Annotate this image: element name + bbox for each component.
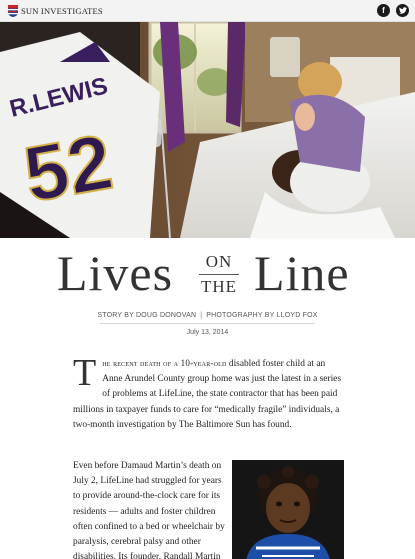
jersey-number: 52	[18, 117, 119, 219]
twitter-bird-icon	[398, 7, 407, 14]
title-word-line: Line	[254, 245, 350, 301]
facebook-icon[interactable]: f	[377, 4, 390, 17]
paragraph-text: disabled foster child at an Anne Arundel…	[73, 359, 341, 430]
title-word-the: THE	[200, 277, 238, 296]
hero-scene: R.LEWIS 52	[0, 22, 415, 238]
title-divider	[199, 274, 239, 275]
lead-in-smallcaps: he recent death of a 10-year-old	[102, 358, 227, 368]
drop-cap: T	[73, 352, 97, 394]
social-links: f	[377, 4, 409, 17]
title-word-on: ON	[205, 252, 233, 271]
page-title: Lives ON THE Line	[0, 245, 415, 305]
article-paragraph: The recent death of a 10-year-old disabl…	[73, 352, 343, 433]
photo-credit: PHOTOGRAPHY BY LLOYD FOX	[206, 312, 318, 319]
hero-photo: R.LEWIS 52	[0, 22, 415, 238]
child-photo	[232, 460, 344, 559]
title-middle-stack: ON THE	[196, 253, 242, 296]
publish-date: July 13, 2014	[186, 329, 229, 336]
brand-name: SUN INVESTIGATES	[21, 6, 103, 16]
flag-logo-icon	[8, 5, 18, 17]
brand-link[interactable]: SUN INVESTIGATES	[8, 4, 103, 18]
byline-separator: |	[200, 312, 203, 319]
byline: STORY BY DOUG DONOVAN | PHOTOGRAPHY BY LLO…	[0, 312, 415, 319]
article-paragraph-2: Even before Damaud Martin’s death on Jul…	[73, 461, 225, 559]
title-word-lives: Lives	[57, 245, 174, 301]
byline-divider	[100, 323, 315, 324]
story-credit: STORY BY DOUG DONOVAN	[97, 312, 197, 319]
twitter-icon[interactable]	[396, 4, 409, 17]
top-bar: SUN INVESTIGATES f	[0, 0, 415, 22]
child-portrait	[232, 460, 344, 559]
